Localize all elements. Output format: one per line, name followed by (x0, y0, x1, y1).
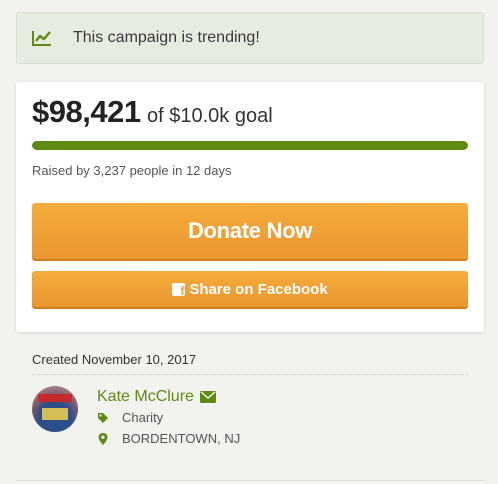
created-date: Created November 10, 2017 (32, 352, 468, 375)
location-text: BORDENTOWN, NJ (122, 431, 241, 446)
organizer-name-link[interactable]: Kate McClure (97, 388, 216, 406)
organizer-avatar[interactable] (32, 386, 78, 432)
envelope-icon[interactable] (199, 391, 216, 403)
organizer-location: BORDENTOWN, NJ (97, 431, 240, 446)
organizer-name: Kate McClure (97, 388, 194, 405)
organizer-category: Charity (97, 410, 163, 425)
trend-chart-icon (32, 31, 51, 46)
avatar-graphic-accent (42, 408, 68, 420)
avatar-graphic (38, 394, 72, 402)
tag-icon (98, 412, 108, 423)
share-on-facebook-button[interactable]: f Share on Facebook (32, 271, 468, 309)
donate-now-label: Donate Now (187, 218, 313, 243)
progress-bar (32, 141, 468, 150)
goal-text: of $10.0k goal (147, 105, 273, 127)
amount-line: $98,421 of $10.0k goal (32, 94, 273, 130)
amount-raised: $98,421 (32, 94, 141, 129)
share-label: Share on Facebook (189, 280, 328, 298)
donation-card: $98,421 of $10.0k goal Raised by 3,237 p… (16, 82, 484, 332)
raised-by-text: Raised by 3,237 people in 12 days (32, 163, 232, 178)
facebook-icon: f (172, 282, 186, 298)
divider (16, 480, 484, 481)
trending-banner: This campaign is trending! (16, 12, 484, 64)
map-pin-icon (98, 432, 108, 445)
donate-now-button[interactable]: Donate Now (32, 203, 468, 261)
category-text: Charity (122, 410, 164, 425)
progress-fill (32, 141, 468, 150)
trending-text: This campaign is trending! (73, 29, 260, 46)
